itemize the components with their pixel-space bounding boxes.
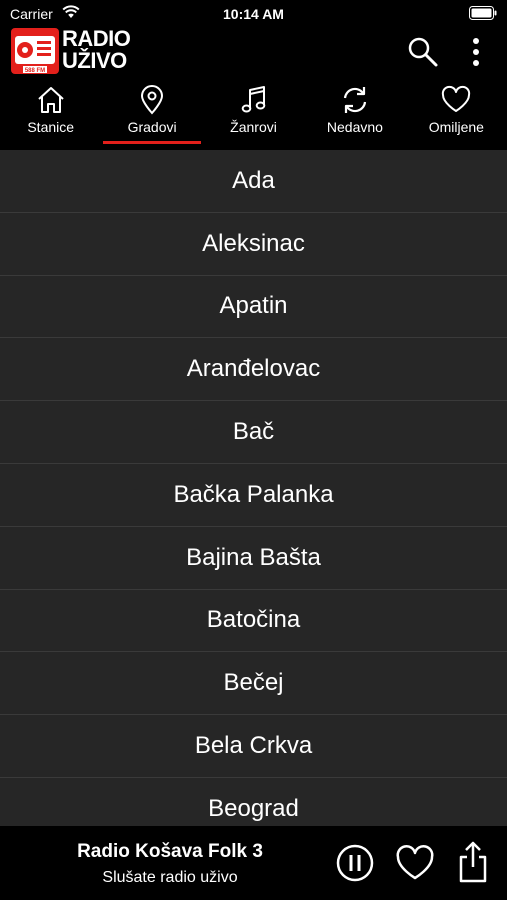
list-item[interactable]: Bajina Bašta	[0, 527, 507, 590]
list-item[interactable]: Apatin	[0, 276, 507, 339]
more-options-button[interactable]	[462, 34, 490, 70]
share-button[interactable]	[456, 840, 490, 884]
search-button[interactable]	[405, 34, 441, 70]
app-title: RADIO UŽIVO	[62, 26, 131, 73]
now-playing-station[interactable]: Radio Košava Folk 3	[0, 841, 340, 863]
list-item[interactable]: Batočina	[0, 590, 507, 653]
city-list[interactable]: Ada Aleksinac Apatin Aranđelovac Bač Bač…	[0, 150, 507, 826]
pause-button[interactable]	[336, 844, 374, 882]
tab-bar: Stanice Gradovi Žanrovi Nedavno Omiljene	[0, 80, 507, 148]
list-item[interactable]: Bečej	[0, 652, 507, 716]
app-logo: 588 FM	[11, 28, 59, 74]
tab-stanice[interactable]: Stanice	[0, 80, 101, 148]
now-playing-bar: Radio Košava Folk 3 Slušate radio uživo	[0, 826, 507, 900]
list-item[interactable]: Bač	[0, 401, 507, 464]
tab-zanrovi-label: Žanrovi	[230, 119, 277, 135]
share-icon	[459, 841, 487, 883]
now-playing-status: Slušate radio uživo	[102, 869, 238, 886]
heart-icon	[396, 845, 434, 880]
list-item[interactable]: Aranđelovac	[0, 338, 507, 402]
pause-icon	[336, 844, 374, 882]
tab-nedavno[interactable]: Nedavno	[304, 80, 405, 148]
tab-gradovi-label: Gradovi	[127, 119, 177, 135]
tab-zanrovi[interactable]: Žanrovi	[203, 80, 304, 148]
battery-icon	[469, 6, 497, 25]
more-vertical-icon	[473, 38, 479, 66]
svg-text:588 FM: 588 FM	[25, 68, 45, 74]
heart-icon	[442, 85, 471, 112]
app-header: 588 FM RADIO UŽIVO	[0, 28, 507, 76]
tab-omiljene[interactable]: Omiljene	[406, 80, 507, 148]
list-item[interactable]: Bačka Palanka	[0, 464, 507, 527]
clock: 10:14 AM	[223, 6, 284, 22]
location-pin-icon	[141, 85, 164, 115]
search-icon	[408, 37, 438, 67]
refresh-icon	[343, 87, 367, 113]
tab-stanice-label: Stanice	[27, 119, 75, 135]
app-title-line2: UŽIVO	[62, 48, 127, 73]
home-icon	[38, 87, 64, 113]
tab-omiljene-label: Omiljene	[428, 119, 484, 135]
tab-gradovi[interactable]: Gradovi	[101, 80, 202, 148]
tab-nedavno-label: Nedavno	[326, 119, 383, 135]
active-tab-indicator	[103, 141, 201, 144]
list-item[interactable]: Ada	[0, 150, 507, 213]
app-title-line1: RADIO	[62, 26, 131, 51]
list-item[interactable]: Beograd	[0, 778, 507, 826]
list-item[interactable]: Bela Crkva	[0, 715, 507, 778]
music-note-icon	[241, 86, 265, 113]
favorite-button[interactable]	[395, 844, 435, 882]
status-bar: Carrier 10:14 AM	[0, 0, 507, 28]
list-item[interactable]: Aleksinac	[0, 213, 507, 276]
